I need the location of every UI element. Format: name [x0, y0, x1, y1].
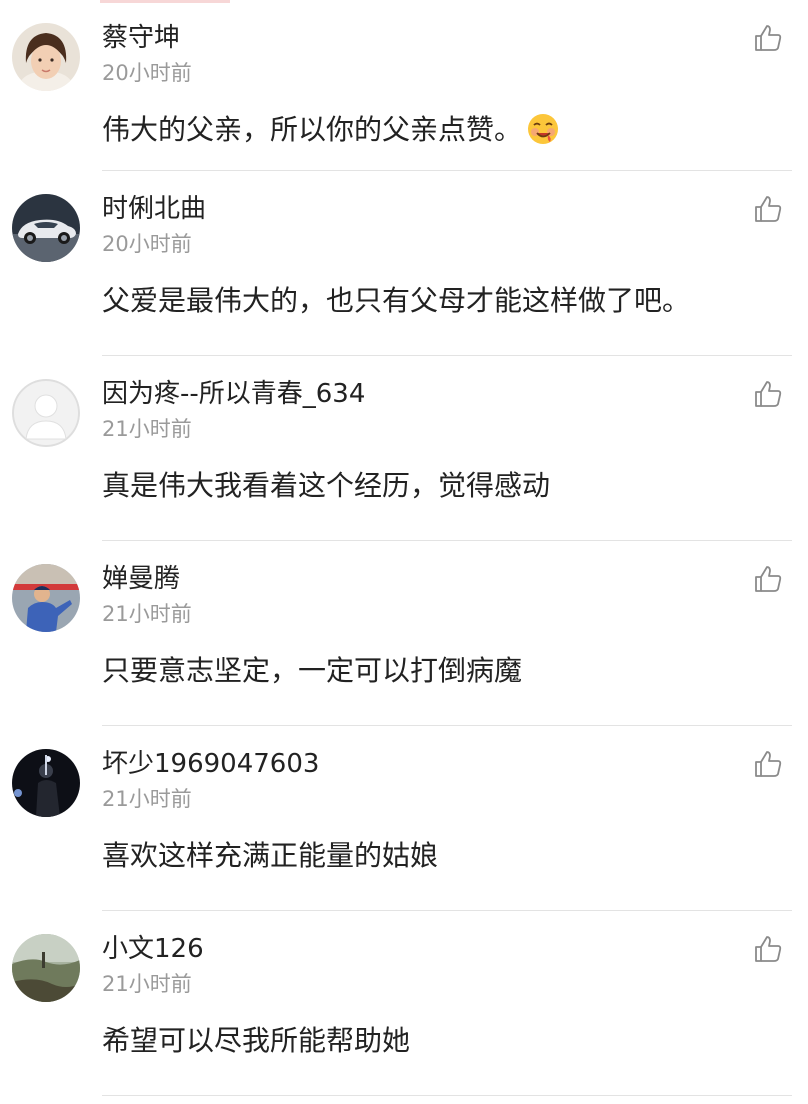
comment-text: 伟大的父亲，所以你的父亲点赞。	[102, 110, 560, 150]
thumbs-up-outline-icon	[755, 381, 782, 407]
comment-item: 小文126 21小时前 希望可以尽我所能帮助她	[0, 911, 808, 1096]
comment-text: 只要意志坚定，一定可以打倒病魔	[102, 654, 523, 687]
comment-timestamp: 21小时前	[102, 417, 192, 441]
comment-text: 真是伟大我看着这个经历，觉得感动	[102, 469, 551, 502]
avatar[interactable]	[12, 194, 80, 262]
comment-timestamp: 21小时前	[102, 602, 192, 626]
comment-username[interactable]: 婵曼腾	[102, 561, 180, 597]
like-button[interactable]	[752, 748, 784, 780]
comment-item: 蔡守坤 20小时前 伟大的父亲，所以你的父亲点赞。	[0, 0, 808, 171]
comment-text: 父爱是最伟大的，也只有父母才能这样做了吧。	[102, 284, 691, 317]
comment-item: 因为疼--所以青春_634 21小时前 真是伟大我看着这个经历，觉得感动	[0, 356, 808, 541]
thumbs-up-outline-icon	[755, 196, 782, 222]
comment-item: 坏少1969047603 21小时前 喜欢这样充满正能量的姑娘	[0, 726, 808, 911]
comment-text: 喜欢这样充满正能量的姑娘	[102, 839, 439, 872]
avatar[interactable]	[12, 749, 80, 817]
comment-text: 希望可以尽我所能帮助她	[102, 1024, 411, 1057]
comment-timestamp: 21小时前	[102, 787, 192, 811]
comment-list: 蔡守坤 20小时前 伟大的父亲，所以你的父亲点赞。 时俐北曲 20小时前 父爱是…	[0, 0, 808, 1096]
divider	[102, 1095, 792, 1096]
avatar-landscape-image	[12, 934, 80, 1002]
avatar[interactable]	[12, 23, 80, 91]
like-button[interactable]	[752, 563, 784, 595]
default-avatar-icon	[12, 379, 80, 447]
comment-text-content: 伟大的父亲，所以你的父亲点赞。	[102, 113, 523, 146]
avatar-night-figure-image	[12, 749, 80, 817]
comment-username[interactable]: 小文126	[102, 931, 204, 967]
like-button[interactable]	[752, 22, 784, 54]
comment-timestamp: 20小时前	[102, 61, 192, 85]
like-button[interactable]	[752, 193, 784, 225]
comment-username[interactable]: 蔡守坤	[102, 20, 180, 56]
comment-item: 婵曼腾 21小时前 只要意志坚定，一定可以打倒病魔	[0, 541, 808, 726]
avatar[interactable]	[12, 934, 80, 1002]
comment-username[interactable]: 坏少1969047603	[102, 746, 319, 782]
thumbs-up-outline-icon	[755, 751, 782, 777]
like-button[interactable]	[752, 378, 784, 410]
comment-item: 时俐北曲 20小时前 父爱是最伟大的，也只有父母才能这样做了吧。	[0, 171, 808, 356]
like-button[interactable]	[752, 933, 784, 965]
avatar-person-photo-image	[12, 564, 80, 632]
thumbs-up-outline-icon	[755, 25, 782, 51]
avatar[interactable]	[12, 564, 80, 632]
drooling-face-icon	[526, 112, 560, 146]
comment-username[interactable]: 时俐北曲	[102, 191, 206, 227]
avatar-woman-portrait-image	[12, 23, 80, 91]
thumbs-up-outline-icon	[755, 566, 782, 592]
comment-timestamp: 21小时前	[102, 972, 192, 996]
comment-timestamp: 20小时前	[102, 232, 192, 256]
thumbs-up-outline-icon	[755, 936, 782, 962]
avatar[interactable]	[12, 379, 80, 447]
comment-username[interactable]: 因为疼--所以青春_634	[102, 376, 365, 412]
avatar-sports-car-image	[12, 194, 80, 262]
